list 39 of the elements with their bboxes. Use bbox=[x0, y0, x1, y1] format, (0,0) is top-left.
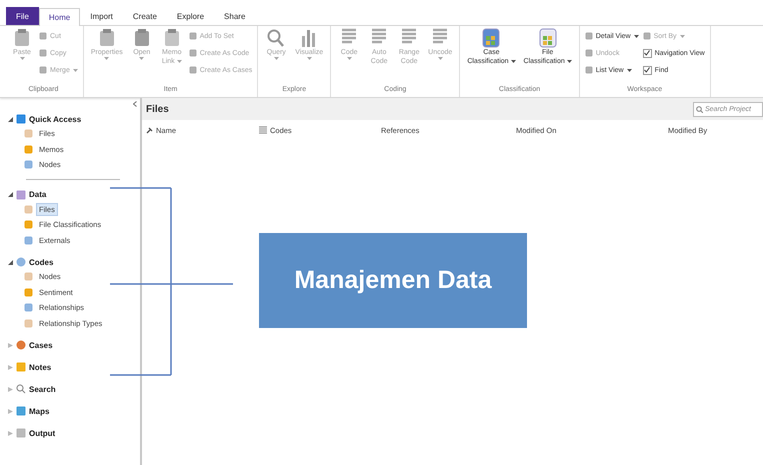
pin-icon bbox=[146, 126, 153, 134]
command-icon bbox=[188, 66, 197, 74]
command-icon bbox=[188, 49, 197, 57]
panel-title: Files bbox=[146, 104, 169, 114]
command-icon bbox=[39, 66, 47, 74]
search-icon bbox=[16, 384, 26, 394]
collapse-icon[interactable] bbox=[133, 101, 137, 107]
list-icon bbox=[259, 126, 267, 134]
checkbox[interactable] bbox=[642, 66, 652, 74]
expanded-icon[interactable] bbox=[8, 260, 13, 264]
toolbar-icon bbox=[13, 28, 31, 48]
command-icon bbox=[39, 32, 47, 40]
callout-label: Manajemen Data bbox=[259, 233, 527, 328]
search-icon bbox=[267, 28, 286, 48]
command-icon bbox=[39, 49, 47, 57]
toolbar-icon bbox=[132, 28, 151, 48]
nav-section[interactable]: Quick Access bbox=[8, 112, 140, 126]
command-icon bbox=[584, 66, 593, 74]
expanded-icon[interactable] bbox=[8, 116, 13, 122]
nav-section[interactable]: Cases bbox=[8, 338, 140, 352]
toolbar-icon bbox=[98, 28, 116, 48]
command-icon bbox=[584, 32, 593, 40]
ribbon-tab[interactable]: Home bbox=[38, 8, 80, 26]
nav-section[interactable]: Data bbox=[8, 188, 140, 202]
nav-section[interactable]: Codes bbox=[8, 255, 140, 269]
expanded-icon[interactable] bbox=[8, 192, 13, 197]
nav-section[interactable]: Notes bbox=[8, 360, 140, 374]
toolbar-icon bbox=[162, 28, 181, 48]
nav-section[interactable]: Search bbox=[8, 382, 140, 396]
command-icon bbox=[642, 32, 651, 40]
checkbox[interactable] bbox=[642, 48, 652, 58]
search-icon bbox=[696, 106, 703, 112]
command-icon bbox=[188, 32, 197, 40]
grid-icon bbox=[482, 28, 500, 48]
file-tab[interactable]: File bbox=[6, 7, 39, 25]
nav-section[interactable]: Output bbox=[8, 426, 140, 440]
grid-icon bbox=[538, 28, 557, 48]
command-icon bbox=[584, 49, 593, 57]
nav-section[interactable]: Maps bbox=[8, 404, 140, 418]
